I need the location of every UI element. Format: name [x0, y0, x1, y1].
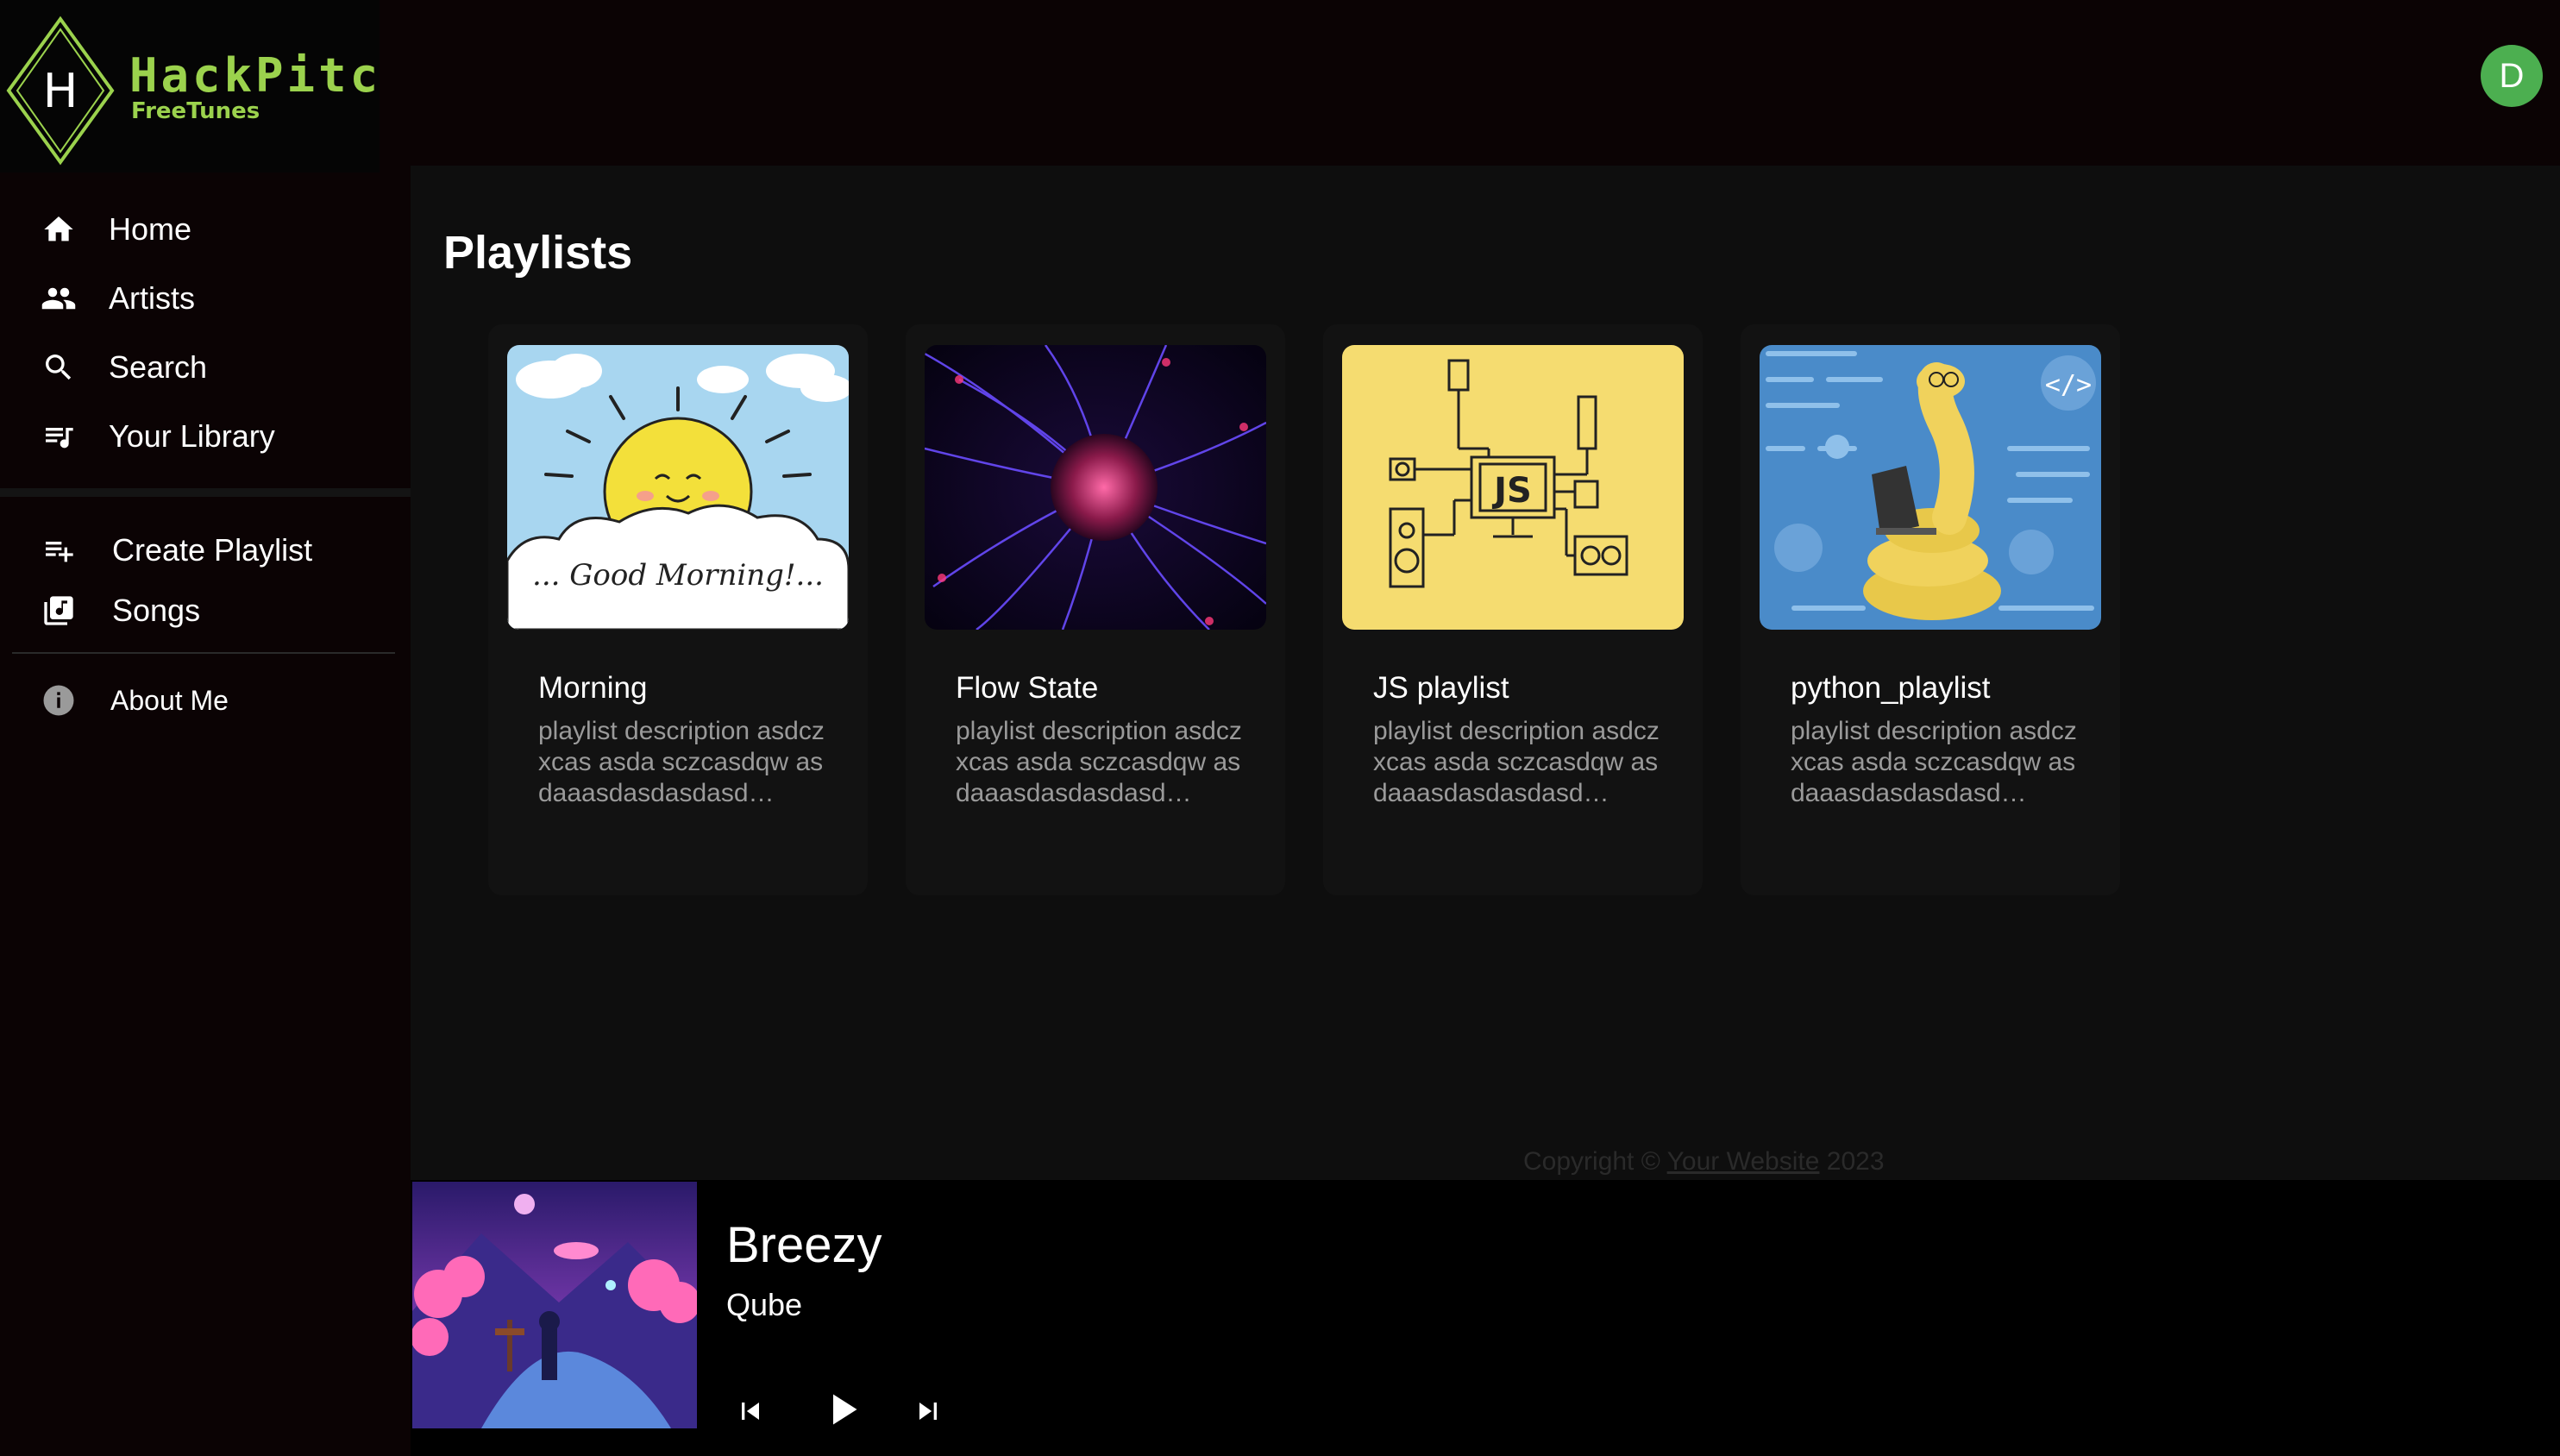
skip-previous-icon [742, 1403, 759, 1420]
sidebar-item-create-playlist[interactable]: Create Playlist [40, 526, 312, 574]
app-logo[interactable]: H HackPitch FreeTunes [0, 0, 380, 173]
copyright-prefix: Copyright © [1523, 1147, 1660, 1176]
playlist-name: Flow State [956, 671, 1099, 705]
playlist-cover-python: </> [1760, 345, 2101, 630]
search-icon [40, 348, 78, 386]
top-header [411, 0, 2560, 166]
playlist-name: python_playlist [1791, 671, 1991, 705]
sidebar-item-artists[interactable]: Artists [40, 274, 195, 323]
playlist-add-icon [40, 531, 78, 569]
people-icon [40, 279, 78, 317]
play-icon [833, 1394, 857, 1425]
cover-text: ... Good Morning!... [532, 558, 824, 593]
playlist-card-flow-state[interactable]: Flow State playlist description asdczxca… [906, 324, 1285, 895]
page-title: Playlists [443, 227, 633, 279]
now-playing-album-art [412, 1182, 697, 1428]
sidebar-item-label: Search [109, 349, 208, 385]
sidebar-item-about[interactable]: About Me [40, 676, 229, 725]
cover-text: JS [1491, 471, 1532, 511]
playlist-card-js[interactable]: JS JS playlist playlist description asdc… [1323, 324, 1703, 895]
now-playing-artist[interactable]: Qube [726, 1287, 802, 1323]
sidebar-divider [12, 652, 395, 654]
play-button[interactable] [816, 1384, 868, 1440]
library-music-square-icon [40, 592, 78, 630]
skip-next-button[interactable] [911, 1394, 945, 1433]
playlist-cover-morning: ... Good Morning!... [507, 345, 849, 630]
sidebar-item-label: Home [109, 211, 192, 247]
avatar[interactable]: D [2481, 45, 2543, 107]
sidebar-section-gap [0, 488, 411, 497]
playlist-card-morning[interactable]: ... Good Morning!... Morning playlist de… [488, 324, 868, 895]
playlist-description: playlist description asdczxcas asda sczc… [1373, 717, 1660, 807]
sidebar-item-label: Your Library [109, 418, 275, 454]
skip-next-icon [919, 1403, 937, 1420]
skip-previous-button[interactable] [733, 1394, 768, 1433]
playlist-description: playlist description asdczxcas asda sczc… [1791, 717, 2077, 807]
logo-subtitle: FreeTunes [131, 98, 260, 124]
playlist-name: Morning [538, 671, 648, 705]
sidebar-item-library[interactable]: Your Library [40, 412, 275, 461]
copyright-year: 2023 [1826, 1147, 1885, 1176]
playlist-description: playlist description asdczxcas asda sczc… [956, 717, 1242, 807]
playlist-card-python[interactable]: </> python_playlist playlist description… [1741, 324, 2120, 895]
sidebar-item-label: About Me [110, 684, 229, 716]
logo-title: HackPitch [129, 48, 380, 103]
footer-copyright: Copyright © Your Website 2023 [1523, 1147, 1885, 1177]
footer-website-link[interactable]: Your Website [1667, 1147, 1820, 1176]
sidebar-item-label: Songs [112, 593, 201, 628]
library-music-icon [40, 417, 78, 455]
playlist-name: JS playlist [1373, 671, 1509, 705]
now-playing-title: Breezy [726, 1217, 882, 1273]
sidebar-item-search[interactable]: Search [40, 343, 207, 392]
playlist-cover-flow-state [925, 345, 1266, 630]
sidebar-item-songs[interactable]: Songs [40, 587, 200, 635]
sidebar-item-home[interactable]: Home [40, 205, 191, 254]
playlist-cover-js: JS [1342, 345, 1684, 630]
sidebar-item-label: Artists [109, 280, 196, 316]
sidebar: H HackPitch FreeTunes Home Artists Searc… [0, 0, 411, 1456]
info-icon [40, 681, 78, 719]
svg-text:</>: </> [2045, 370, 2092, 400]
logo-letter: H [43, 64, 78, 118]
playlist-description: playlist description asdczxcas asda sczc… [538, 717, 825, 807]
sidebar-item-label: Create Playlist [112, 532, 313, 568]
home-icon [40, 210, 78, 248]
